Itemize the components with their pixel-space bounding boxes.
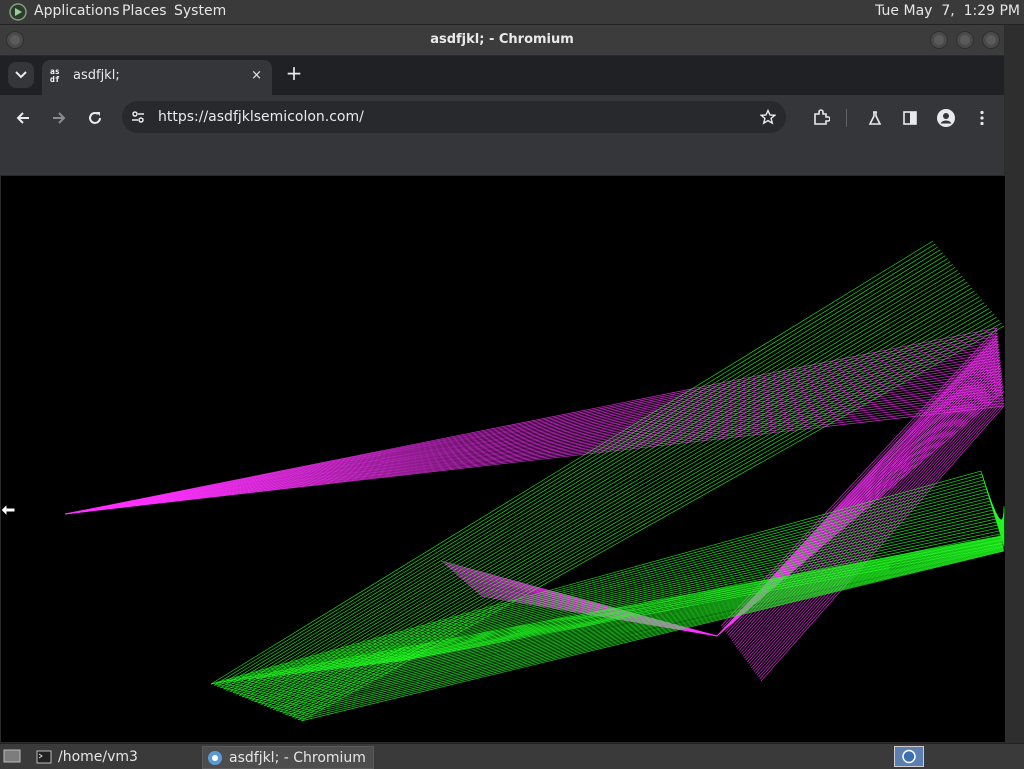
bottom-panel: /home/vm3 asdfjkl; - Chromium xyxy=(0,743,1024,769)
reload-button[interactable] xyxy=(85,108,105,128)
back-icon xyxy=(16,112,29,124)
maximize-button[interactable] xyxy=(956,31,974,49)
menu-icon xyxy=(980,110,984,126)
extensions-icon xyxy=(814,109,830,125)
window-title: asdfjkl; - Chromium xyxy=(430,32,574,47)
taskbar-item-label: /home/vm3 xyxy=(58,748,138,765)
forward-button[interactable] xyxy=(49,108,69,128)
profile-icon xyxy=(937,109,955,127)
window-titlebar[interactable]: asdfjkl; - Chromium xyxy=(0,25,1004,56)
new-tab-button[interactable]: + xyxy=(284,63,304,84)
system-menu[interactable]: System xyxy=(174,3,226,19)
workspace-switcher-icon[interactable] xyxy=(894,746,924,767)
side-panel-button[interactable] xyxy=(900,108,920,128)
forward-icon xyxy=(53,112,66,124)
browser-toolbar: https://asdfjklsemicolon.com/ xyxy=(0,95,1004,141)
chrome-menu-button[interactable] xyxy=(972,108,992,128)
gnome-menu-icon[interactable] xyxy=(8,3,28,21)
green-line xyxy=(233,479,1005,682)
applications-menu[interactable]: Applications xyxy=(34,3,120,19)
green-line xyxy=(340,518,1005,669)
window-right-border xyxy=(1005,25,1024,743)
taskbar-item-terminal[interactable]: /home/vm3 xyxy=(36,746,196,767)
site-favicon-icon: as df xyxy=(50,67,60,84)
terminal-icon xyxy=(36,750,52,763)
taskbar-item-label: asdfjkl; - Chromium xyxy=(229,749,366,766)
resize-cursor-icon xyxy=(0,503,16,517)
address-bar[interactable]: https://asdfjklsemicolon.com/ xyxy=(122,101,786,133)
places-menu[interactable]: Places xyxy=(122,3,167,19)
tab-title: asdfjkl; xyxy=(73,68,120,83)
back-button[interactable] xyxy=(13,108,33,128)
reload-icon xyxy=(89,112,101,124)
labs-button[interactable] xyxy=(865,108,885,128)
bookmark-bar xyxy=(0,141,1004,176)
profile-button[interactable] xyxy=(936,108,956,128)
toolbar-divider xyxy=(846,109,847,127)
taskbar-item-chromium[interactable]: asdfjkl; - Chromium xyxy=(202,746,374,769)
green-line xyxy=(241,482,1005,681)
tab-asdfjkl[interactable]: as df asdfjkl; × xyxy=(42,60,272,95)
tab-search-icon xyxy=(15,71,27,79)
minimize-button[interactable] xyxy=(930,31,948,49)
bookmark-star-icon[interactable] xyxy=(760,109,776,125)
show-desktop-icon[interactable] xyxy=(3,748,21,764)
magenta-line xyxy=(64,378,1003,663)
chromium-icon xyxy=(208,750,222,765)
green-line xyxy=(355,515,1005,667)
clock[interactable]: Tue May 7, 1:29 PM xyxy=(875,3,1020,19)
tab-search-button[interactable] xyxy=(8,62,34,88)
line-art-canvas[interactable] xyxy=(1,176,1005,742)
extensions-button[interactable] xyxy=(811,108,831,128)
page-viewport[interactable] xyxy=(1,176,1005,742)
site-info-icon[interactable] xyxy=(131,110,145,124)
tab-strip: as df asdfjkl; × + xyxy=(0,56,1004,95)
side-panel-icon xyxy=(903,111,917,125)
tab-close-button[interactable]: × xyxy=(251,68,262,83)
labs-icon xyxy=(868,111,882,125)
green-line xyxy=(317,512,1005,672)
green-line xyxy=(332,518,1005,670)
close-window-button[interactable] xyxy=(982,31,1000,49)
top-panel: Applications Places System Tue May 7, 1:… xyxy=(0,0,1024,25)
url-text[interactable]: https://asdfjklsemicolon.com/ xyxy=(158,109,364,125)
